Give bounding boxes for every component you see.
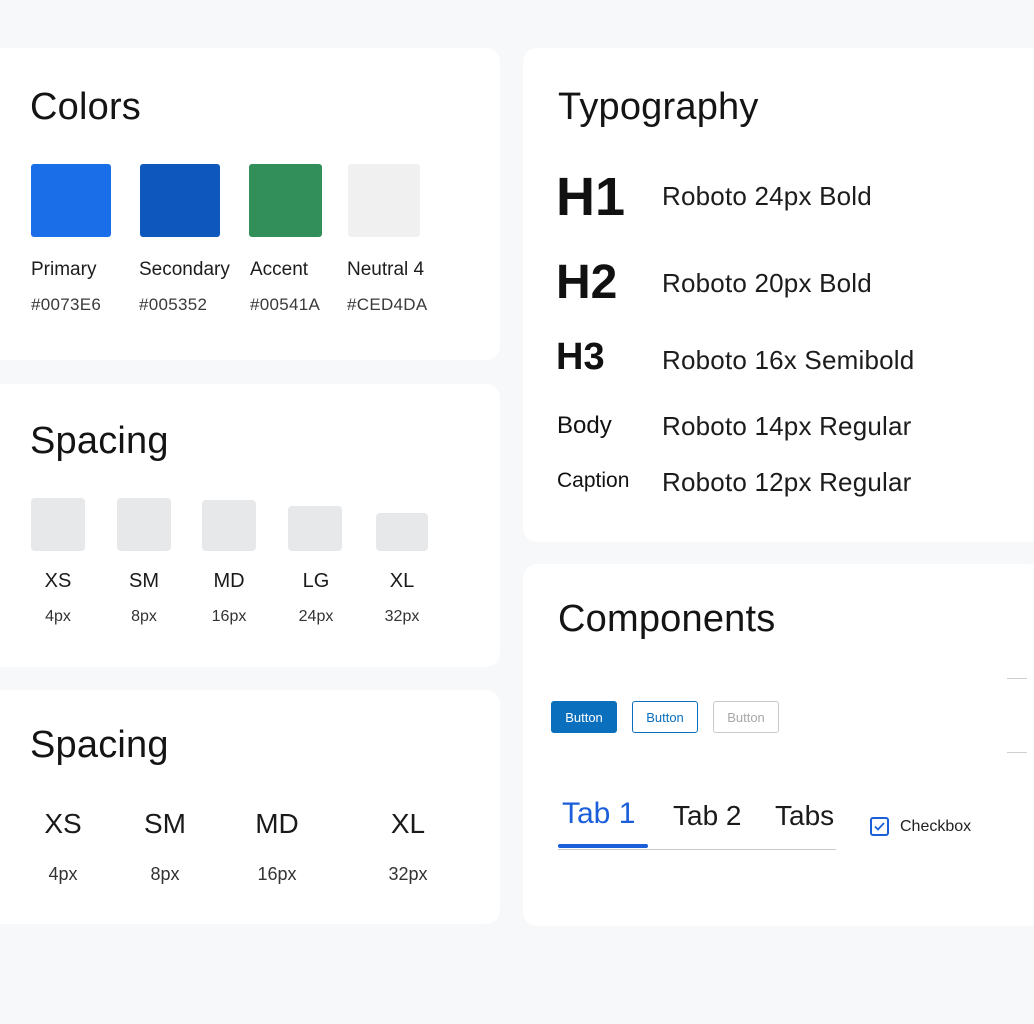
typo-label-caption: Caption xyxy=(557,469,630,492)
spacing-value: 4px xyxy=(48,864,78,884)
tab-2[interactable]: Tab 2 xyxy=(673,800,742,832)
swatch-name: Primary xyxy=(31,259,97,280)
checkbox[interactable] xyxy=(870,817,889,836)
spacing-value: 8px xyxy=(131,608,157,625)
spacing-name: XL xyxy=(389,570,415,592)
typo-desc-h3: Roboto 16x Semibold xyxy=(662,345,915,375)
swatch-name: Secondary xyxy=(139,259,230,280)
spacing-value: 16px xyxy=(257,864,297,884)
spacing-name: XS xyxy=(44,570,72,592)
primary-button[interactable]: Button xyxy=(551,701,617,733)
check-icon xyxy=(874,822,885,831)
tab-rail xyxy=(558,849,836,850)
typo-desc-h2: Roboto 20px Bold xyxy=(662,268,872,298)
divider xyxy=(1007,678,1027,679)
spacing-name: SM xyxy=(144,808,186,839)
spacing-name: XL xyxy=(390,808,426,839)
spacing-title: Spacing xyxy=(30,724,169,766)
spacing-value: 4px xyxy=(45,608,71,625)
checkbox-label: Checkbox xyxy=(900,818,972,835)
tab-active-indicator xyxy=(558,844,648,848)
spacing-name: MD xyxy=(255,808,299,839)
spacing-value: 24px xyxy=(298,608,334,625)
spacing-swatch-lg xyxy=(288,506,342,551)
spacing-swatch-sm xyxy=(117,498,171,551)
spacing-value: 8px xyxy=(150,864,180,884)
swatch-name: Accent xyxy=(250,259,309,280)
typo-desc-caption: Roboto 12px Regular xyxy=(662,467,912,497)
typo-label-h3: H3 xyxy=(556,336,605,378)
swatch-hex: #CED4DA xyxy=(347,295,428,314)
swatch-name: Neutral 4 xyxy=(347,259,425,280)
components-title: Components xyxy=(558,598,776,640)
components-card: Components Button Button Button Tab 1 Ta… xyxy=(523,564,1034,926)
tab-1[interactable]: Tab 1 xyxy=(562,797,635,831)
spacing-value: 32px xyxy=(388,864,428,884)
spacing-name: MD xyxy=(213,570,245,592)
colors-card: Colors Primary Secondary Accent Neutral … xyxy=(0,48,500,360)
spacing-card: Spacing XS SM MD XL 4px 8px 16px 32px xyxy=(0,690,500,924)
tab-3[interactable]: Tabs xyxy=(775,800,834,832)
typo-label-h1: H1 xyxy=(556,167,626,227)
swatch-secondary[interactable] xyxy=(140,164,220,237)
divider xyxy=(1007,752,1027,753)
spacing-value: 16px xyxy=(211,608,247,625)
spacing-swatch-md xyxy=(202,500,256,551)
spacing-title: Spacing xyxy=(30,420,169,462)
spacing-name: XS xyxy=(44,808,82,839)
swatch-hex: #00541A xyxy=(250,295,321,314)
spacing-swatch-xs xyxy=(31,498,85,551)
typo-desc-body: Roboto 14px Regular xyxy=(662,411,912,441)
swatch-hex: #0073E6 xyxy=(31,295,102,314)
spacing-name: SM xyxy=(129,570,159,592)
outline-button[interactable]: Button xyxy=(632,701,698,733)
typography-title: Typography xyxy=(558,86,759,128)
spacing-value: 32px xyxy=(384,608,420,625)
swatch-accent[interactable] xyxy=(249,164,322,237)
swatch-neutral-4[interactable] xyxy=(348,164,420,237)
disabled-button: Button xyxy=(713,701,779,733)
spacing-name: LG xyxy=(302,570,330,592)
colors-title: Colors xyxy=(30,86,142,128)
swatch-hex: #005352 xyxy=(139,295,208,314)
typography-card: Typography H1 Roboto 24px Bold H2 Roboto… xyxy=(523,48,1034,542)
typo-desc-h1: Roboto 24px Bold xyxy=(662,181,872,211)
spacing-card: Spacing XS SM MD LG XL 4px 8px 16px 24px… xyxy=(0,384,500,667)
swatch-primary[interactable] xyxy=(31,164,111,237)
typo-label-body: Body xyxy=(557,412,612,439)
typo-label-h2: H2 xyxy=(556,256,618,309)
spacing-swatch-xl xyxy=(376,513,428,551)
